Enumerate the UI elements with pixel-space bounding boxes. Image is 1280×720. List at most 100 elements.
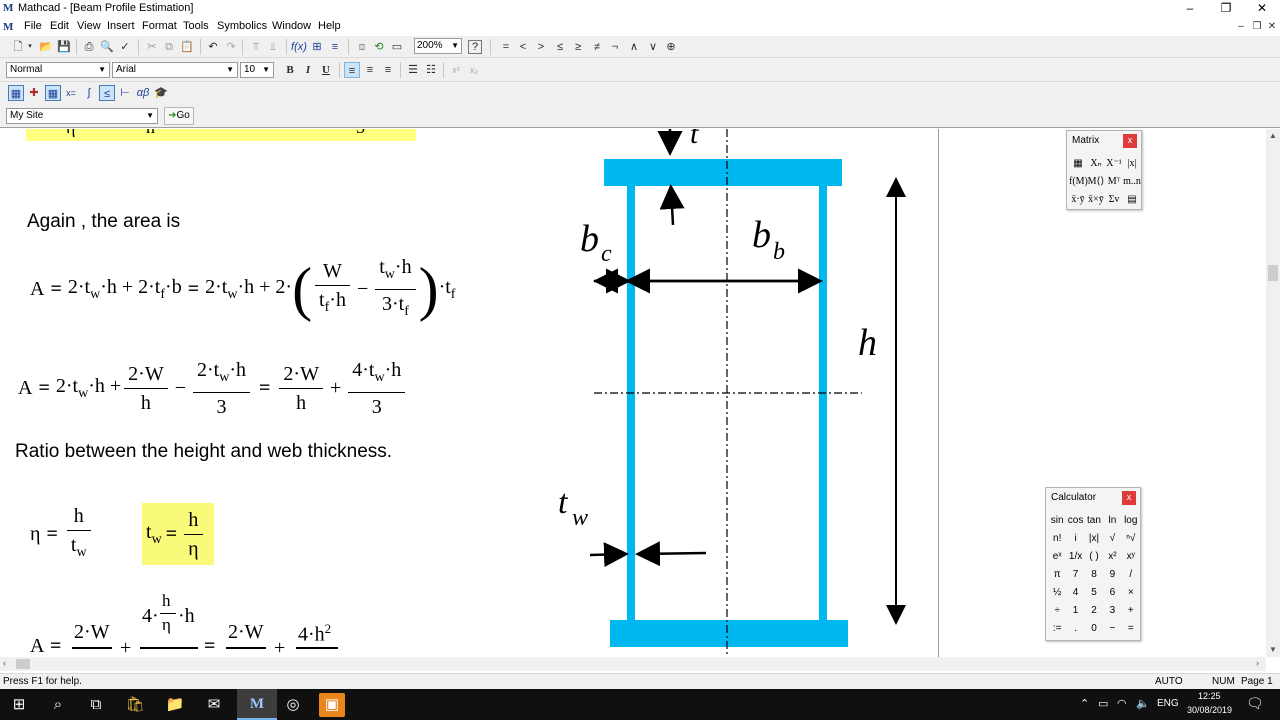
paste-icon[interactable]: 📋 xyxy=(179,39,195,55)
superscript-icon[interactable]: x² xyxy=(448,62,464,78)
vector-sum-icon[interactable]: Σv xyxy=(1105,191,1123,209)
and-icon[interactable]: ∧ xyxy=(626,39,642,55)
reciprocal-button[interactable]: 1/x xyxy=(1066,548,1084,566)
mail-icon[interactable]: ✉ xyxy=(201,693,227,717)
graph-toolbar-icon[interactable]: ✚ xyxy=(26,85,42,101)
horizontal-scroll-thumb[interactable] xyxy=(16,659,30,669)
digit-0-button[interactable]: 0 xyxy=(1085,620,1103,638)
matrix-vectorize-icon[interactable]: f(M) xyxy=(1069,173,1088,191)
matrix-toolbar-icon[interactable]: ▦ xyxy=(45,85,61,101)
new-dropdown-chevron-icon[interactable]: ▾ xyxy=(26,39,34,55)
menu-help[interactable]: Help xyxy=(318,20,341,32)
doc-minimize-button[interactable]: – xyxy=(1234,20,1248,34)
programming-toolbar-icon[interactable]: ⊢ xyxy=(117,85,133,101)
style-select[interactable]: Normal ▼ xyxy=(6,62,110,78)
save-icon[interactable]: 💾 xyxy=(56,39,72,55)
multiply-button[interactable]: × xyxy=(1122,584,1140,602)
vertical-scrollbar[interactable]: ▲ ▼ xyxy=(1266,129,1280,657)
print-icon[interactable]: ⎙ xyxy=(81,39,97,55)
print-preview-icon[interactable]: 🔍 xyxy=(99,39,115,55)
align-down-icon[interactable]: ⫫ xyxy=(265,39,281,55)
ln-button[interactable]: ln xyxy=(1103,512,1121,530)
symbolic-toolbar-icon[interactable]: 🎓 xyxy=(153,85,169,101)
help-icon[interactable]: ? xyxy=(468,40,482,54)
less-than-icon[interactable]: < xyxy=(515,39,531,55)
align-top-icon[interactable]: ⫪ xyxy=(248,39,264,55)
evaluation-toolbar-icon[interactable]: x= xyxy=(63,85,79,101)
horizontal-scrollbar[interactable]: ‹ › xyxy=(0,657,1266,671)
greater-equal-icon[interactable]: ≥ xyxy=(570,39,586,55)
insert-unit-icon[interactable]: ⊞ xyxy=(309,39,325,55)
new-document-icon[interactable]: 🗋 xyxy=(10,39,26,55)
clock-date[interactable]: 30/08/2019 xyxy=(1187,705,1232,715)
insert-function-icon[interactable]: f(x) xyxy=(291,39,307,55)
font-size-select[interactable]: 10 ▼ xyxy=(240,62,274,78)
tan-button[interactable]: tan xyxy=(1085,512,1103,530)
align-center-icon[interactable]: ≡ xyxy=(362,62,378,78)
plus-button[interactable]: + xyxy=(1122,602,1140,620)
scroll-right-icon[interactable]: › xyxy=(1256,658,1259,668)
decimal-point-button[interactable]: . xyxy=(1066,620,1084,638)
scroll-down-icon[interactable]: ▼ xyxy=(1269,645,1277,654)
insert-region-icon[interactable]: ▭ xyxy=(389,39,405,55)
volume-icon[interactable]: 🔈 xyxy=(1136,697,1150,710)
menu-window[interactable]: Window xyxy=(272,20,311,32)
power-button[interactable]: xʸ xyxy=(1122,548,1140,566)
not-icon[interactable]: ¬ xyxy=(607,39,623,55)
matrix-transpose-icon[interactable]: Mᵀ xyxy=(1105,173,1123,191)
text-region-area[interactable]: Again , the area is xyxy=(27,211,180,233)
menu-file[interactable]: File xyxy=(24,20,42,32)
calculus-toolbar-icon[interactable]: ∫ xyxy=(81,85,97,101)
calculator-palette[interactable]: Calculator x sin cos tan ln log n! i |x|… xyxy=(1045,487,1141,641)
equation-tw-highlighted[interactable]: tw = hη xyxy=(142,503,214,565)
range-variable-icon[interactable]: m..n xyxy=(1123,173,1141,191)
equation-eta-definition[interactable]: η = h tw xyxy=(30,501,94,567)
matrix-insert-icon[interactable]: ▦ xyxy=(1069,155,1087,173)
align-left-icon[interactable]: ≡ xyxy=(344,62,360,78)
start-windows-icon[interactable]: ⊞ xyxy=(6,693,32,717)
menu-tools[interactable]: Tools xyxy=(183,20,209,32)
presentation-app-icon[interactable]: ▣ xyxy=(319,693,345,717)
scroll-left-icon[interactable]: ‹ xyxy=(3,658,6,668)
pi-button[interactable]: π xyxy=(1048,566,1066,584)
restore-button[interactable]: ❐ xyxy=(1208,0,1244,18)
menu-edit[interactable]: Edit xyxy=(50,20,69,32)
not-equal-icon[interactable]: ≠ xyxy=(589,39,605,55)
menu-symbolics[interactable]: Symbolics xyxy=(217,20,267,32)
xor-icon[interactable]: ⊕ xyxy=(663,39,679,55)
wifi-icon[interactable]: ◠ xyxy=(1117,697,1127,710)
underline-button[interactable]: U xyxy=(318,62,334,78)
subscript-icon[interactable]: x₂ xyxy=(466,62,482,78)
less-equal-icon[interactable]: ≤ xyxy=(552,39,568,55)
picture-icon[interactable]: ▤ xyxy=(1123,191,1141,209)
italic-button[interactable]: I xyxy=(300,62,316,78)
vertical-scroll-thumb[interactable] xyxy=(1268,265,1278,281)
notifications-icon[interactable]: 🗨 xyxy=(1246,695,1264,712)
go-button[interactable]: ➜Go xyxy=(164,107,194,125)
redo-icon[interactable]: ↷ xyxy=(223,39,239,55)
factorial-button[interactable]: n! xyxy=(1048,530,1066,548)
zoom-select[interactable]: 200% ▼ xyxy=(414,38,462,54)
matrix-palette-close-button[interactable]: x xyxy=(1123,134,1137,148)
close-window-button[interactable]: ✕ xyxy=(1244,0,1280,18)
numbering-icon[interactable]: ☷ xyxy=(423,62,439,78)
tray-chevron-up-icon[interactable]: ⌃ xyxy=(1080,697,1089,710)
equation-area-definition[interactable]: A = 2·tw·h + 2·tf·b = 2·tw·h + 2· ( Wtf·… xyxy=(30,249,455,329)
align-right-icon[interactable]: ≡ xyxy=(380,62,396,78)
digit-4-button[interactable]: 4 xyxy=(1066,584,1084,602)
site-select[interactable]: My Site ▼ xyxy=(6,108,158,124)
sin-button[interactable]: sin xyxy=(1048,512,1066,530)
search-icon[interactable]: ⌕ xyxy=(45,693,71,717)
matrix-determinant-icon[interactable]: |x| xyxy=(1123,155,1141,173)
bold-button[interactable]: B xyxy=(282,62,298,78)
cross-product-icon[interactable]: x̄×ȳ xyxy=(1087,191,1105,209)
equation-area-simplified[interactable]: A = 2·tw·h + 2·W h − 2·tw·h 3 = 2·W h + 4·t… xyxy=(18,355,408,421)
undo-icon[interactable]: ↶ xyxy=(205,39,221,55)
minus-button[interactable]: − xyxy=(1103,620,1121,638)
digit-5-button[interactable]: 5 xyxy=(1085,584,1103,602)
worksheet[interactable]: η h 3 Again , the area is A = 2·tw·h + 2… xyxy=(0,129,1266,657)
nth-root-button[interactable]: ⁿ√ xyxy=(1122,530,1140,548)
cos-button[interactable]: cos xyxy=(1066,512,1084,530)
sqrt-button[interactable]: √ xyxy=(1103,530,1121,548)
calculate-icon[interactable]: ≡ xyxy=(327,39,343,55)
